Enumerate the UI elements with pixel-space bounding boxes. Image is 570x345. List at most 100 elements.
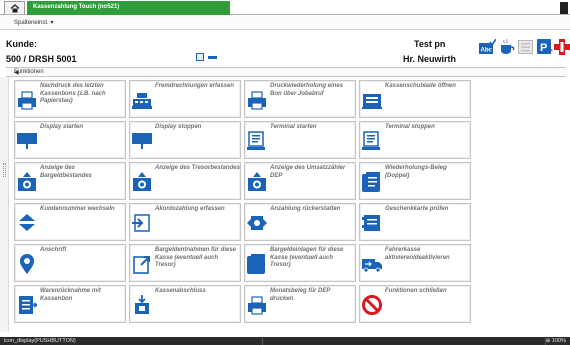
- list-icon: [518, 40, 533, 54]
- tile-label: Anzeige des Bargeldbestandes: [40, 165, 93, 179]
- collapse-arrow-icon[interactable]: ◀: [14, 69, 563, 76]
- tile-monthly-dep-print[interactable]: Monatsbeleg für DEP drucken: [244, 285, 356, 323]
- column-toolbar: Spalteneinst. ▾: [0, 16, 570, 30]
- status-divider: [262, 337, 263, 345]
- money-box-icon: [133, 172, 151, 191]
- tile-label: Geschenkkarte prüfen: [385, 206, 449, 212]
- tile-terminal-stop[interactable]: Terminal stoppen: [359, 121, 471, 159]
- location-pin-icon: [20, 254, 34, 274]
- tile-cash-balance[interactable]: Anzeige des Bargeldbestandes: [14, 162, 126, 200]
- layout-toggle-icon[interactable]: [196, 53, 204, 61]
- cash-drawer-icon: [362, 94, 382, 109]
- tile-deposit-payment[interactable]: Akontozahlung erfassen: [129, 203, 241, 241]
- list-button[interactable]: [517, 39, 534, 55]
- splitter-grip-icon[interactable]: [3, 163, 6, 177]
- tile-label: Bargeldentnahmen für diese Kasse (eventu…: [155, 247, 237, 268]
- no-entry-icon: [362, 295, 382, 315]
- tile-address[interactable]: Anschrift: [14, 244, 126, 282]
- tile-label: Anzeige des Tresorbestandes: [155, 165, 240, 171]
- tile-reprint-job[interactable]: Druckwiederholung eines Bon über Jobabru…: [244, 80, 356, 118]
- coffee-cup-icon: [501, 39, 515, 54]
- tile-open-drawer[interactable]: Kassenschublade öffnen: [359, 80, 471, 118]
- tile-reprint-last-receipt[interactable]: Nachdruck des letzten Kassenbons (z.B. n…: [14, 80, 126, 118]
- tile-label: Anzeige des Umsatzzähler DEP: [270, 165, 346, 179]
- tile-label: Kassenabschluss: [155, 288, 206, 294]
- tile-label: Terminal starten: [270, 124, 317, 130]
- printer-icon: [248, 91, 266, 110]
- tile-refund-deposit[interactable]: Anzahlung rückerstatten: [244, 203, 356, 241]
- zoom-level: ⊕ 100%: [545, 338, 566, 344]
- minimize-icon[interactable]: [208, 56, 217, 59]
- tile-label: Anzahlung rückerstatten: [270, 206, 341, 212]
- tile-label: Display starten: [40, 124, 84, 130]
- tile-dep-counter[interactable]: Anzeige des Umsatzzähler DEP: [244, 162, 356, 200]
- tile-label: Anschrift: [40, 247, 67, 253]
- parking-button[interactable]: P: [536, 39, 553, 55]
- tile-label: Wiederholungs-Beleg (Doppel): [385, 165, 447, 179]
- register-icon: [132, 93, 152, 109]
- svg-text:P: P: [540, 42, 547, 54]
- tile-label: Akontozahlung erfassen: [155, 206, 225, 212]
- tile-label: Terminal stoppen: [385, 124, 435, 130]
- receipt-scroll-icon: [247, 254, 265, 274]
- window-edge-control[interactable]: [560, 2, 568, 14]
- display-icon: [132, 133, 152, 149]
- tile-label: Druckwiederholung eines Bon über Jobabru…: [270, 83, 344, 97]
- tile-close-functions[interactable]: Funktionen schließen: [359, 285, 471, 323]
- parking-icon: P: [536, 39, 553, 54]
- svg-text:Abc: Abc: [481, 48, 493, 54]
- tile-driver-cash[interactable]: Fahrerkasse aktivieren/deaktivieren: [359, 244, 471, 282]
- tile-cash-closing[interactable]: Kassenabschluss: [129, 285, 241, 323]
- tile-change-customer[interactable]: Kundennummer wechseln: [14, 203, 126, 241]
- home-icon: [10, 3, 19, 12]
- tile-label: Kundennummer wechseln: [40, 206, 115, 212]
- tab-kassenzahlung[interactable]: Kassenzahlung Touch (no521) ✕: [27, 1, 242, 15]
- home-button[interactable]: [4, 1, 25, 14]
- tile-duplicate-receipt[interactable]: Wiederholungs-Beleg (Doppel): [359, 162, 471, 200]
- exit-button[interactable]: [554, 39, 570, 55]
- tile-label: Nachdruck des letzten Kassenbons (z.B. n…: [40, 83, 106, 104]
- tile-external-invoices[interactable]: Fremdrechnungen erfassen: [129, 80, 241, 118]
- delivery-truck-icon: [362, 259, 382, 273]
- user-name: Hr. Neuwirth: [403, 54, 457, 64]
- gift-card-icon: [362, 215, 380, 231]
- customer-value: 500 / DRSH 5001: [6, 54, 77, 64]
- tile-safe-balance[interactable]: Anzeige des Tresorbestandes: [129, 162, 241, 200]
- app-window: Kassenzahlung Touch (no521) ✕ Spaltenein…: [0, 0, 570, 345]
- coffee-break-button[interactable]: [499, 39, 516, 55]
- terminal-icon: [247, 131, 265, 150]
- spellcheck-button[interactable]: Abc: [479, 39, 496, 55]
- tile-check-gift-card[interactable]: Geschenkkarte prüfen: [359, 203, 471, 241]
- tile-goods-return[interactable]: Warenrücknahme mit Kassenbon: [14, 285, 126, 323]
- tile-label: Kassenschublade öffnen: [385, 83, 456, 89]
- tab-bar: Kassenzahlung Touch (no521) ✕: [0, 0, 570, 15]
- tile-display-stop[interactable]: Display stoppen: [129, 121, 241, 159]
- terminal-icon: [362, 131, 380, 150]
- cash-close-icon: [135, 295, 149, 314]
- status-bar: icon_display(PUSHBUTTON) ⊕ 100%: [0, 337, 570, 345]
- column-settings-dropdown[interactable]: Spalteneinst. ▾: [14, 19, 53, 26]
- payment-in-icon: [132, 214, 150, 232]
- display-icon: [17, 133, 37, 149]
- test-label: Test pn: [414, 39, 446, 49]
- refund-icon: [247, 216, 267, 230]
- receipt-scroll-icon: [362, 172, 380, 192]
- tile-cash-withdrawal[interactable]: Bargeldentnahmen für diese Kasse (eventu…: [129, 244, 241, 282]
- tile-display-start[interactable]: Display starten: [14, 121, 126, 159]
- printer-icon: [248, 296, 266, 315]
- tile-label: Warenrücknahme mit Kassenbon: [40, 288, 101, 302]
- tile-label: Display stoppen: [155, 124, 202, 130]
- printer-icon: [18, 91, 36, 110]
- tile-label: Fremdrechnungen erfassen: [155, 83, 235, 89]
- exit-icon: [554, 39, 570, 55]
- zoom-value: 100%: [551, 338, 566, 344]
- tile-label: Funktionen schließen: [385, 288, 447, 294]
- tile-cash-deposit[interactable]: Bargeldeinlagen für diese Kasse (eventue…: [244, 244, 356, 282]
- return-goods-icon: [19, 296, 37, 314]
- cash-out-icon: [133, 256, 150, 274]
- tile-terminal-start[interactable]: Terminal starten: [244, 121, 356, 159]
- left-sidebar: [0, 77, 9, 332]
- tile-label: Fahrerkasse aktivieren/deaktivieren: [385, 247, 450, 261]
- tile-label: Monatsbeleg für DEP drucken: [270, 288, 331, 302]
- customer-label: Kunde:: [6, 39, 37, 49]
